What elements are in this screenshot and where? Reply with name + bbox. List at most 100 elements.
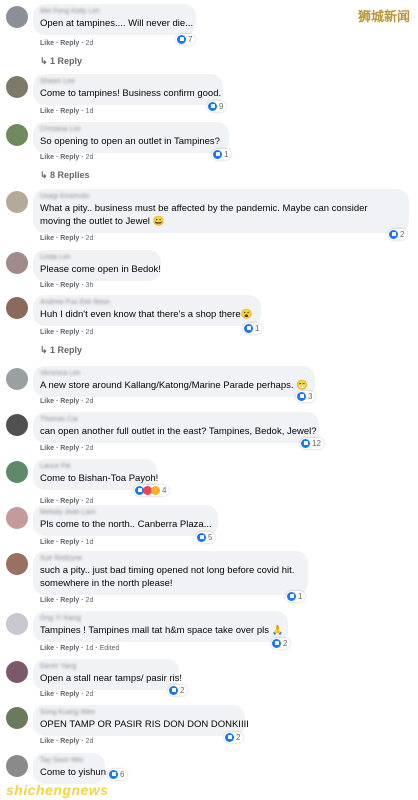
like-link[interactable]: Like xyxy=(40,108,54,115)
avatar[interactable] xyxy=(6,6,28,28)
reply-link[interactable]: Reply xyxy=(60,498,79,505)
view-replies-link[interactable]: ↳ 8 Replies xyxy=(40,170,90,181)
reply-link[interactable]: Reply xyxy=(60,445,79,452)
timestamp[interactable]: 2d xyxy=(86,445,94,452)
reply-link[interactable]: Reply xyxy=(60,235,79,242)
avatar[interactable] xyxy=(6,707,28,729)
avatar[interactable] xyxy=(6,553,28,575)
like-link[interactable]: Like xyxy=(40,645,54,652)
reaction-count[interactable]: 12 xyxy=(300,438,324,449)
avatar[interactable] xyxy=(6,124,28,146)
edited-label[interactable]: Edited xyxy=(100,645,120,652)
reaction-count[interactable]: 2 xyxy=(388,229,408,240)
comment-text: Pls come to the north.. Canberra Plaza..… xyxy=(40,519,212,530)
timestamp[interactable]: 2d xyxy=(86,738,94,745)
reaction-count[interactable]: 3 xyxy=(296,391,316,402)
avatar[interactable] xyxy=(6,755,28,777)
commenter-name[interactable]: Tay Soon Wei xyxy=(40,756,97,766)
like-reaction-icon xyxy=(177,35,186,44)
replies-count: 1 Reply xyxy=(50,345,83,355)
reaction-number: 2 xyxy=(283,639,288,648)
like-link[interactable]: Like xyxy=(40,597,54,604)
like-link[interactable]: Like xyxy=(40,235,54,242)
reaction-count[interactable]: 7 xyxy=(176,34,196,45)
reply-link[interactable]: Reply xyxy=(60,398,79,405)
avatar[interactable] xyxy=(6,297,28,319)
reaction-count[interactable]: 1 xyxy=(286,591,306,602)
reaction-number: 4 xyxy=(162,486,167,495)
view-replies-link[interactable]: ↳ 1 Reply xyxy=(40,345,82,356)
reply-link[interactable]: Reply xyxy=(60,738,79,745)
like-link[interactable]: Like xyxy=(40,445,54,452)
avatar[interactable] xyxy=(6,661,28,683)
commenter-name[interactable]: Shawn Lee xyxy=(40,77,215,87)
reaction-count[interactable]: 2 xyxy=(224,732,244,743)
reaction-count[interactable]: 5 xyxy=(196,532,216,543)
commenter-name[interactable]: Linda Lim xyxy=(40,253,153,263)
reaction-count[interactable]: 1 xyxy=(212,149,232,160)
commenter-name[interactable]: Ong Yi Xiang xyxy=(40,614,280,624)
comment-bubble: Usagi Kinomoto What a pity.. business mu… xyxy=(33,189,409,233)
comment-actions: Like · Reply · 1d xyxy=(40,108,93,115)
commenter-name[interactable]: Veronica Lim xyxy=(40,369,307,379)
reaction-count[interactable]: 2 xyxy=(271,638,291,649)
timestamp[interactable]: 2d xyxy=(86,154,94,161)
avatar[interactable] xyxy=(6,191,28,213)
timestamp[interactable]: 2d xyxy=(86,398,94,405)
timestamp[interactable]: 2d xyxy=(86,691,94,698)
like-link[interactable]: Like xyxy=(40,154,54,161)
timestamp[interactable]: 1d xyxy=(86,539,94,546)
reply-link[interactable]: Reply xyxy=(60,539,79,546)
timestamp[interactable]: 2d xyxy=(86,498,94,505)
reply-link[interactable]: Reply xyxy=(60,645,79,652)
like-link[interactable]: Like xyxy=(40,282,54,289)
commenter-name[interactable]: Song Kuang Wee xyxy=(40,708,237,718)
like-link[interactable]: Like xyxy=(40,498,54,505)
like-link[interactable]: Like xyxy=(40,539,54,546)
reply-link[interactable]: Reply xyxy=(60,154,79,161)
like-link[interactable]: Like xyxy=(40,691,54,698)
like-link[interactable]: Like xyxy=(40,738,54,745)
commenter-name[interactable]: Sue Rodzyne xyxy=(40,554,300,564)
timestamp[interactable]: 2d xyxy=(86,40,94,47)
commenter-name[interactable]: Thomas Cai xyxy=(40,415,311,425)
comment-actions: Like · Reply · 2d xyxy=(40,398,93,405)
commenter-name[interactable]: Daver Yang xyxy=(40,662,171,672)
like-link[interactable]: Like xyxy=(40,40,54,47)
reply-link[interactable]: Reply xyxy=(60,108,79,115)
avatar[interactable] xyxy=(6,461,28,483)
commenter-name[interactable]: Andrew Foo Eek Boon xyxy=(40,298,253,308)
reaction-number: 9 xyxy=(219,102,224,111)
avatar[interactable] xyxy=(6,76,28,98)
like-link[interactable]: Like xyxy=(40,329,54,336)
timestamp[interactable]: 1d xyxy=(86,108,94,115)
avatar[interactable] xyxy=(6,252,28,274)
like-link[interactable]: Like xyxy=(40,398,54,405)
reaction-count[interactable]: 9 xyxy=(207,101,227,112)
timestamp[interactable]: 2d xyxy=(86,329,94,336)
commenter-name[interactable]: Lance Pik xyxy=(40,462,149,472)
timestamp[interactable]: 3h xyxy=(86,282,94,289)
comment-bubble: Veronica Lim A new store around Kallang/… xyxy=(33,366,315,397)
comment-actions: Like · Reply · 2d xyxy=(40,498,93,505)
avatar[interactable] xyxy=(6,613,28,635)
commenter-name[interactable]: Usagi Kinomoto xyxy=(40,192,401,202)
reply-link[interactable]: Reply xyxy=(60,282,79,289)
commenter-name[interactable]: Mei Fong Kelly Lim xyxy=(40,7,188,17)
reply-link[interactable]: Reply xyxy=(60,40,79,47)
timestamp[interactable]: 2d xyxy=(86,235,94,242)
avatar[interactable] xyxy=(6,414,28,436)
commenter-name[interactable]: Melody Jean Lam xyxy=(40,508,210,518)
commenter-name[interactable]: Christina Lim xyxy=(40,125,221,135)
reaction-count[interactable]: 4 xyxy=(134,485,170,496)
reaction-count[interactable]: 2 xyxy=(168,685,188,696)
view-replies-link[interactable]: ↳ 1 Reply xyxy=(40,56,82,67)
avatar[interactable] xyxy=(6,368,28,390)
reaction-count[interactable]: 6 xyxy=(108,769,128,780)
reply-link[interactable]: Reply xyxy=(60,691,79,698)
avatar[interactable] xyxy=(6,507,28,529)
reply-link[interactable]: Reply xyxy=(60,329,79,336)
reply-link[interactable]: Reply xyxy=(60,597,79,604)
reaction-count[interactable]: 1 xyxy=(243,323,263,334)
timestamp[interactable]: 2d xyxy=(86,597,94,604)
